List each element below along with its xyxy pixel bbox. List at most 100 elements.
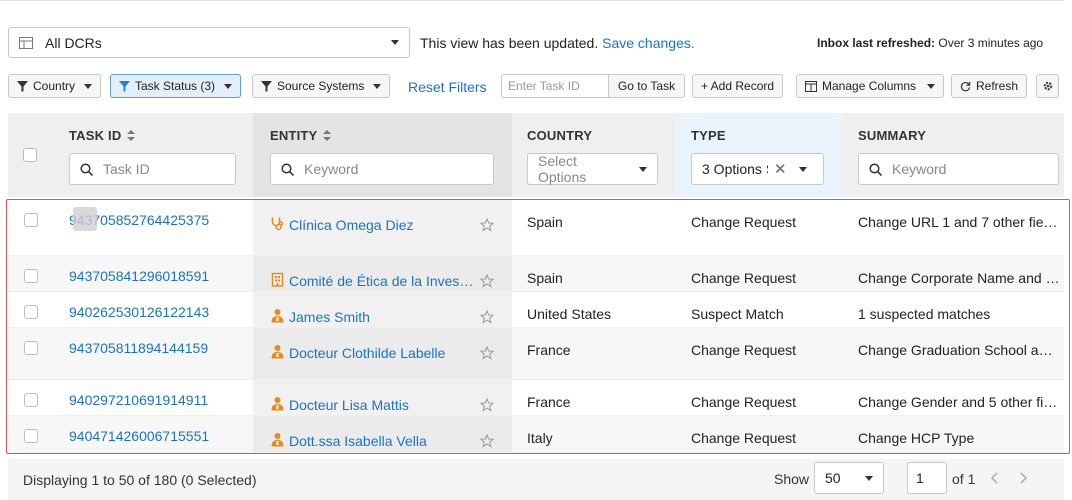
summary-cell: Change HCP Type [858,430,975,446]
entity-link[interactable]: Docteur Lisa Mattis [289,397,409,413]
star-icon[interactable] [480,310,494,324]
refresh-button[interactable]: Refresh [951,74,1028,98]
summary-cell: 1 suspected matches [858,306,991,322]
type-filter-select[interactable]: 3 Options S ✕ [691,153,824,185]
chevron-down-icon [391,40,399,45]
entity-link[interactable]: Docteur Clothilde Labelle [289,345,445,361]
task-id-link[interactable]: 940297210691914911 [69,392,239,408]
entity-link[interactable]: James Smith [289,309,370,325]
sort-icon [127,130,136,141]
row-checkbox[interactable] [24,393,38,407]
entity-cell: Docteur Lisa Mattis [270,396,475,414]
go-to-task-button[interactable]: Go to Task [608,74,685,98]
summary-filter-input[interactable]: Keyword [858,153,1059,185]
view-updated-message: This view has been updated. Save changes… [420,35,695,51]
row-checkbox[interactable] [24,341,38,355]
column-header-task-id[interactable]: TASK ID [69,128,136,143]
column-header-country: COUNTRY [527,128,592,143]
row-checkbox[interactable] [24,429,38,443]
clear-icon[interactable]: ✕ [774,160,787,178]
chevron-right-icon[interactable] [1018,471,1028,485]
add-record-button[interactable]: + Add Record [692,74,784,98]
country-filter-button[interactable]: Country [8,74,102,98]
filter-icon [17,80,28,92]
column-header-type: TYPE [691,128,726,143]
chevron-down-icon [373,83,382,89]
summary-header-label: SUMMARY [858,128,927,143]
entity-filter-input[interactable]: Keyword [270,153,494,185]
entity-link[interactable]: Comité de Ética de la Investigación [289,273,475,289]
country-cell: Italy [527,430,553,446]
source-systems-filter-label: Source Systems [277,79,365,93]
entity-header-label: ENTITY [270,128,318,143]
country-header-label: COUNTRY [527,128,593,143]
column-header-entity[interactable]: ENTITY [270,128,332,143]
table-row[interactable]: 943705841296018591 Comité de Ética de la… [8,256,1064,292]
inbox-refresh-value: Over 3 minutes ago [938,36,1044,50]
reset-filters-link[interactable]: Reset Filters [408,79,487,95]
star-icon[interactable] [480,398,494,412]
top-divider [0,0,1064,1]
show-label: Show [774,471,810,487]
country-filter-select[interactable]: Select Options [527,153,658,185]
settings-button[interactable] [1036,74,1059,98]
task-id-link[interactable]: 943705841296018591 [69,268,239,284]
inbox-refresh-status: Inbox last refreshed: Over 3 minutes ago [817,36,1043,50]
building-icon [270,272,285,290]
page-count: of 1 [952,471,976,487]
summary-cell: Change URL 1 and 7 other fields [858,214,1060,230]
person-icon [270,432,285,450]
chevron-left-icon[interactable] [990,471,1000,485]
table-footer: Displaying 1 to 50 of 180 (0 Selected) S… [8,459,1064,500]
summary-cell: Change Corporate Name and other fields [858,270,1060,286]
task-id-link[interactable]: 940471426006715551 [69,428,239,444]
refresh-label: Refresh [976,79,1019,93]
manage-columns-button[interactable]: Manage Columns [796,74,945,98]
task-id-filter-placeholder: Task ID [103,161,150,177]
star-icon[interactable] [480,218,494,232]
type-cell: Suspect Match [691,306,784,322]
page-size-value: 50 [825,470,841,486]
entity-link[interactable]: Clínica Omega Diez [289,217,414,233]
table-row[interactable]: 940297210691914911 Docteur Lisa Mattis F… [8,380,1064,416]
type-cell: Change Request [691,342,797,358]
type-cell: Change Request [691,214,797,230]
row-checkbox[interactable] [24,213,38,227]
task-id-input[interactable]: Enter Task ID [501,74,609,98]
type-filter-value: 3 Options S [702,161,768,177]
add-record-label: + Add Record [701,79,775,93]
page-number-input[interactable]: 1 [907,462,947,494]
star-icon[interactable] [480,434,494,448]
table-row[interactable]: 943705811894144159 Docteur Clothilde Lab… [8,328,1064,380]
star-icon[interactable] [480,346,494,360]
country-filter-placeholder: Select Options [538,153,587,185]
select-all-checkbox[interactable] [23,148,37,162]
table-row[interactable]: 940262530126122143 James Smith United St… [8,292,1064,328]
chevron-down-icon [798,166,807,172]
summary-cell: Change Graduation School and other field… [858,342,1060,358]
stethoscope-icon [270,216,285,234]
task-id-link[interactable]: 943705811894144159 [69,340,239,356]
filter-icon [119,80,130,92]
person-icon [270,396,285,414]
table-row[interactable]: 943705852764425375 Clínica Omega Diez Sp… [8,200,1064,256]
country-cell: United States [527,306,612,322]
entity-link[interactable]: Dott.ssa Isabella Vella [289,433,427,449]
star-icon[interactable] [480,274,494,288]
save-changes-link[interactable]: Save changes. [602,35,695,51]
row-checkbox[interactable] [24,305,38,319]
page-size-select[interactable]: 50 [814,462,884,494]
view-select[interactable]: All DCRs [8,27,410,58]
chevron-down-icon [84,83,93,89]
chevron-down-icon [927,83,936,89]
country-cell: France [527,342,571,358]
source-systems-filter-button[interactable]: Source Systems [252,74,391,98]
chevron-down-icon [865,475,873,481]
entity-cell: Docteur Clothilde Labelle [270,344,475,362]
row-checkbox[interactable] [24,269,38,283]
entity-filter-placeholder: Keyword [304,161,359,177]
task-id-link[interactable]: 940262530126122143 [69,304,239,320]
table-row[interactable]: 940471426006715551 Dott.ssa Isabella Vel… [8,416,1064,453]
task-status-filter-button[interactable]: Task Status (3) [110,74,242,98]
task-id-filter-input[interactable]: Task ID [69,153,236,185]
